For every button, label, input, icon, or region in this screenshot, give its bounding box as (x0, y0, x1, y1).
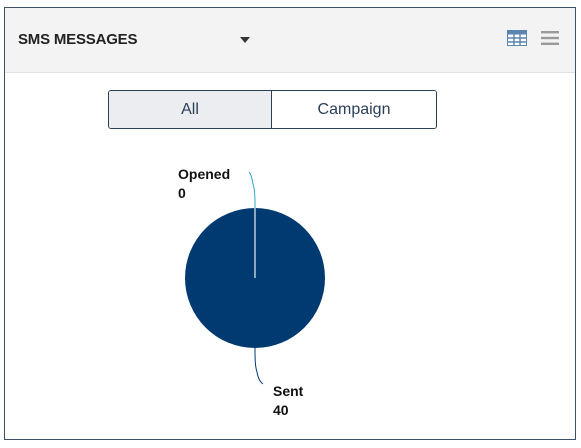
sms-pie-chart: Opened 0 Sent 40 (178, 166, 325, 418)
pie-label-opened-value: 0 (178, 185, 186, 201)
leader-line-sent (254, 347, 264, 385)
pie-label-sent-value: 40 (273, 402, 289, 418)
pie-label-sent-name: Sent (273, 383, 304, 399)
pie-label-opened-name: Opened (178, 166, 230, 182)
sms-messages-widget: SMS MESSAGES All Campaign Opened 0 Sent 40 (4, 7, 576, 440)
leader-line-opened (248, 171, 256, 209)
